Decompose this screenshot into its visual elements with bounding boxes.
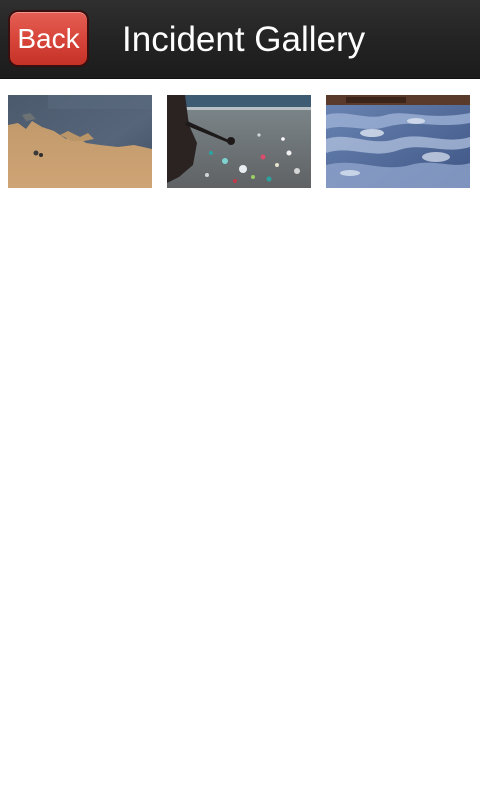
sediment-plume-photo <box>8 95 152 188</box>
gallery-thumbnail-sediment-plume[interactable] <box>8 95 152 188</box>
title-bar: Back Incident Gallery <box>0 0 480 79</box>
back-button[interactable]: Back <box>8 10 89 67</box>
polluted-foam-water-photo <box>326 95 470 188</box>
littered-shoreline-photo <box>167 95 311 188</box>
gallery-thumbnail-littered-shoreline[interactable] <box>167 95 311 188</box>
gallery-thumbnail-polluted-foam-water[interactable] <box>326 95 470 188</box>
incident-gallery-screen: Back Incident Gallery <box>0 0 480 800</box>
page-title: Incident Gallery <box>122 20 366 59</box>
